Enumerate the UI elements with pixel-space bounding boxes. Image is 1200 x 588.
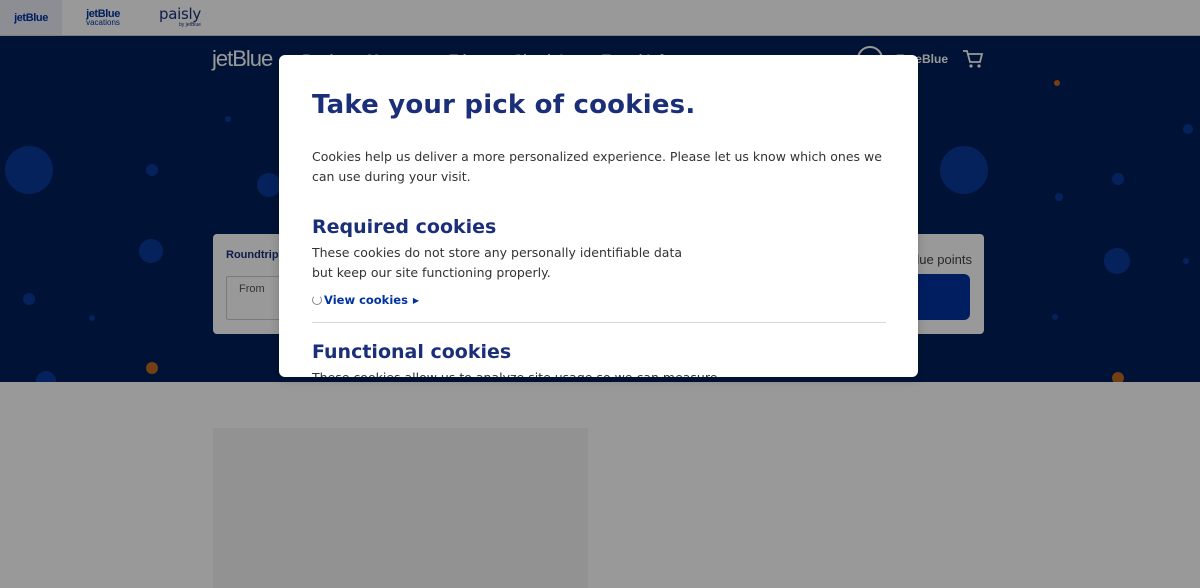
view-cookies-label: View cookies bbox=[324, 293, 408, 307]
cookie-preferences-modal: Take your pick of cookies. Cookies help … bbox=[279, 55, 918, 377]
view-required-cookies-link[interactable]: View cookies ▶ bbox=[312, 293, 419, 307]
functional-cookies-description: These cookies allow us to analyze site u… bbox=[312, 368, 892, 377]
loading-spinner-icon bbox=[312, 295, 322, 305]
section-divider bbox=[312, 322, 886, 323]
required-cookies-description: These cookies do not store any personall… bbox=[312, 245, 683, 280]
required-cookies-title: Required cookies bbox=[312, 216, 497, 238]
modal-title: Take your pick of cookies. bbox=[312, 90, 696, 120]
modal-intro-text: Cookies help us deliver a more personali… bbox=[312, 149, 882, 184]
functional-cookies-title: Functional cookies bbox=[312, 341, 512, 363]
caret-right-icon: ▶ bbox=[412, 295, 420, 305]
